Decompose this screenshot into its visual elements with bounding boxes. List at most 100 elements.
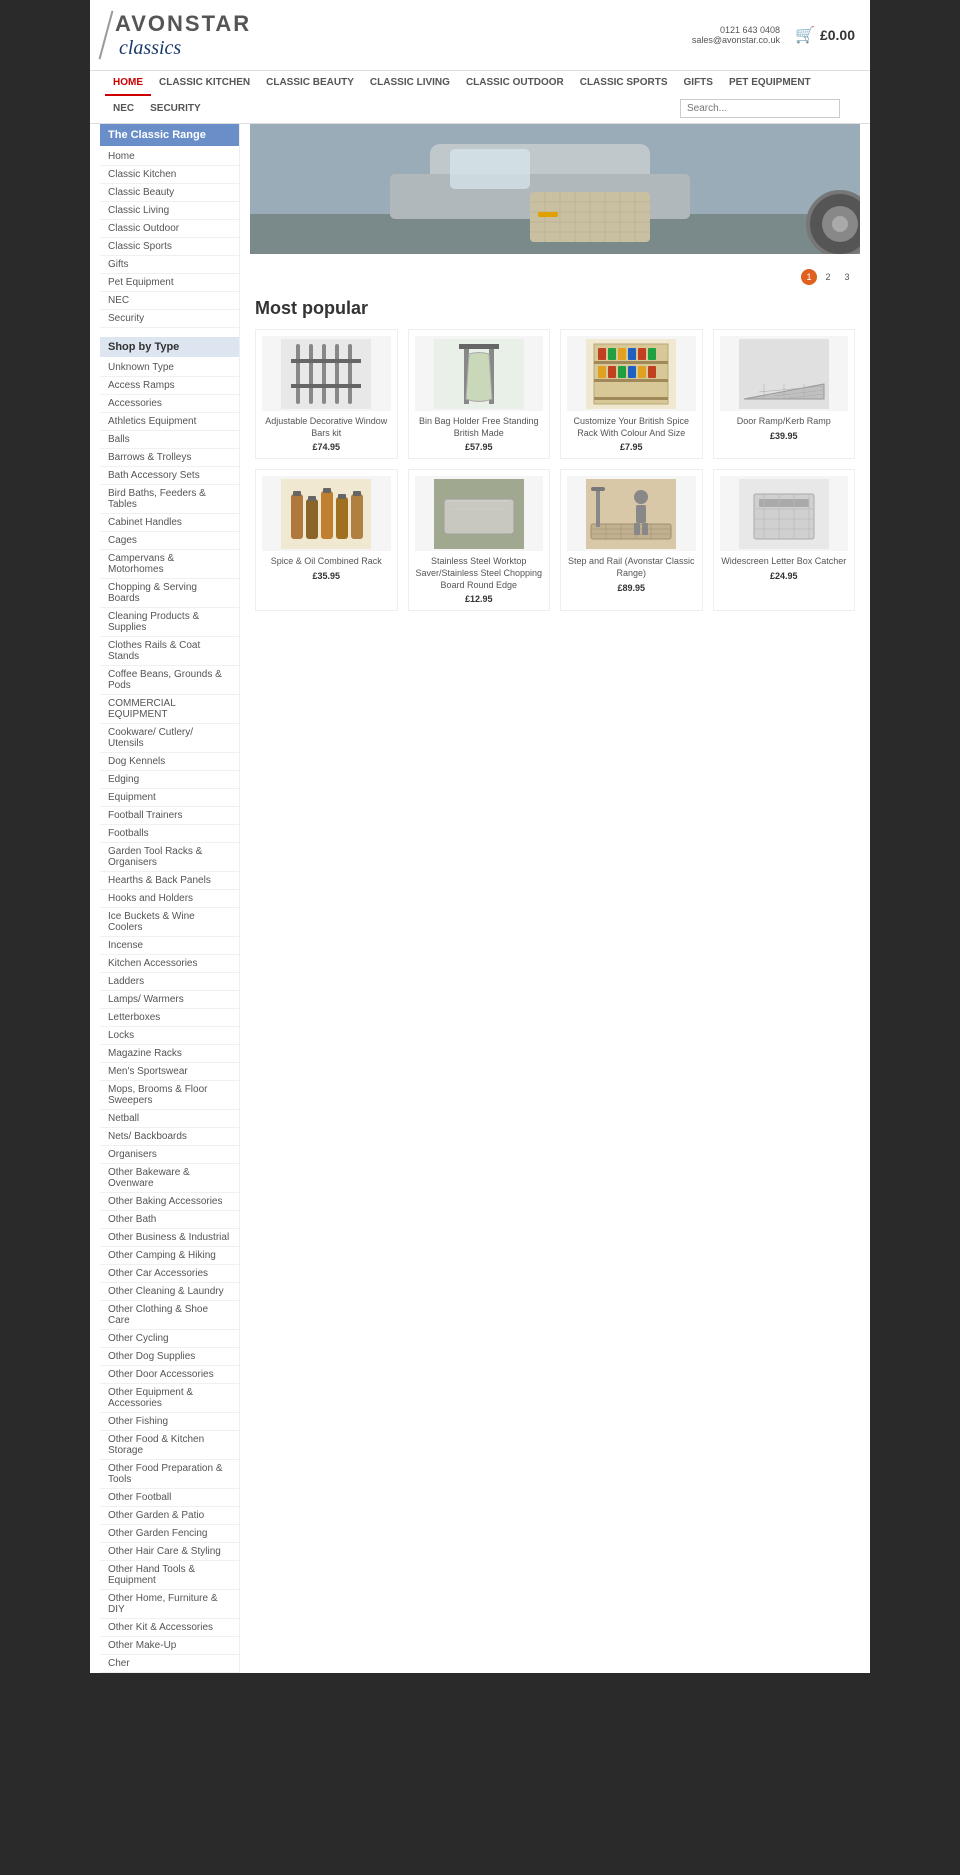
sidebar-letterboxes[interactable]: Letterboxes — [100, 1009, 239, 1027]
sidebar-cher[interactable]: Cher — [100, 1655, 239, 1673]
phone-number: 0121 643 0408 — [692, 25, 780, 35]
nav-gifts[interactable]: GIFTS — [676, 71, 721, 96]
sidebar-bird-baths[interactable]: Bird Baths, Feeders & Tables — [100, 485, 239, 514]
sidebar-business[interactable]: Other Business & Industrial — [100, 1229, 239, 1247]
sidebar-mens-sportswear[interactable]: Men's Sportswear — [100, 1063, 239, 1081]
nav-classic-kitchen[interactable]: CLASSIC KITCHEN — [151, 71, 258, 96]
search-input[interactable] — [680, 99, 840, 118]
product-letter-box[interactable]: Widescreen Letter Box Catcher £24.95 — [713, 469, 856, 611]
sidebar-mops[interactable]: Mops, Brooms & Floor Sweepers — [100, 1081, 239, 1110]
nav-nec[interactable]: NEC — [105, 99, 142, 118]
sidebar-cleaning[interactable]: Cleaning Products & Supplies — [100, 608, 239, 637]
sidebar-cycling[interactable]: Other Cycling — [100, 1330, 239, 1348]
sidebar-makeup[interactable]: Other Make-Up — [100, 1637, 239, 1655]
sidebar-coffee[interactable]: Coffee Beans, Grounds & Pods — [100, 666, 239, 695]
sidebar-fishing[interactable]: Other Fishing — [100, 1413, 239, 1431]
sidebar-garden-racks[interactable]: Garden Tool Racks & Organisers — [100, 843, 239, 872]
sidebar-food-prep[interactable]: Other Food Preparation & Tools — [100, 1460, 239, 1489]
sidebar-unknown-type[interactable]: Unknown Type — [100, 359, 239, 377]
sidebar-cabinet-handles[interactable]: Cabinet Handles — [100, 514, 239, 532]
sidebar-cleaning-laundry[interactable]: Other Cleaning & Laundry — [100, 1283, 239, 1301]
sidebar-bath-sets[interactable]: Bath Accessory Sets — [100, 467, 239, 485]
sidebar-clothes-rails[interactable]: Clothes Rails & Coat Stands — [100, 637, 239, 666]
sidebar-hearths[interactable]: Hearths & Back Panels — [100, 872, 239, 890]
product-window-bars[interactable]: Adjustable Decorative Window Bars kit £7… — [255, 329, 398, 459]
logo[interactable]: AVONSTAR classics — [115, 11, 251, 60]
sidebar-commercial[interactable]: COMMERCIAL EQUIPMENT — [100, 695, 239, 724]
nav-security[interactable]: SECURITY — [142, 99, 209, 118]
sidebar-classic-living[interactable]: Classic Living — [100, 202, 239, 220]
product-spice-oil[interactable]: Spice & Oil Combined Rack £35.95 — [255, 469, 398, 611]
sidebar-campervans[interactable]: Campervans & Motorhomes — [100, 550, 239, 579]
sidebar-hooks[interactable]: Hooks and Holders — [100, 890, 239, 908]
sidebar-security[interactable]: Security — [100, 310, 239, 328]
sidebar-bakeware[interactable]: Other Bakeware & Ovenware — [100, 1164, 239, 1193]
sidebar-dog-kennels[interactable]: Dog Kennels — [100, 753, 239, 771]
page-1[interactable]: 1 — [801, 269, 817, 285]
sidebar-classic-kitchen[interactable]: Classic Kitchen — [100, 166, 239, 184]
sidebar-accessories[interactable]: Accessories — [100, 395, 239, 413]
sidebar-camping[interactable]: Other Camping & Hiking — [100, 1247, 239, 1265]
sidebar-chopping[interactable]: Chopping & Serving Boards — [100, 579, 239, 608]
nav-classic-sports[interactable]: CLASSIC SPORTS — [572, 71, 676, 96]
sidebar-classic-beauty[interactable]: Classic Beauty — [100, 184, 239, 202]
sidebar-classic-outdoor[interactable]: Classic Outdoor — [100, 220, 239, 238]
sidebar-car[interactable]: Other Car Accessories — [100, 1265, 239, 1283]
sidebar-cookware[interactable]: Cookware/ Cutlery/ Utensils — [100, 724, 239, 753]
product-bin-holder[interactable]: Bin Bag Holder Free Standing British Mad… — [408, 329, 551, 459]
sidebar-cages[interactable]: Cages — [100, 532, 239, 550]
sidebar-incense[interactable]: Incense — [100, 937, 239, 955]
sidebar-magazine-racks[interactable]: Magazine Racks — [100, 1045, 239, 1063]
sidebar-food-kitchen[interactable]: Other Food & Kitchen Storage — [100, 1431, 239, 1460]
product-step-rail[interactable]: Step and Rail (Avonstar Classic Range) £… — [560, 469, 703, 611]
sidebar-equipment-accessories[interactable]: Other Equipment & Accessories — [100, 1384, 239, 1413]
sidebar-other-bath[interactable]: Other Bath — [100, 1211, 239, 1229]
sidebar-hand-tools[interactable]: Other Hand Tools & Equipment — [100, 1561, 239, 1590]
sidebar-athletics[interactable]: Athletics Equipment — [100, 413, 239, 431]
sidebar-balls[interactable]: Balls — [100, 431, 239, 449]
nav-pet-equipment[interactable]: PET EQUIPMENT — [721, 71, 819, 96]
email-link[interactable]: sales@avonstar.co.uk — [692, 35, 780, 45]
sidebar-pet-equipment[interactable]: Pet Equipment — [100, 274, 239, 292]
sidebar-clothing[interactable]: Other Clothing & Shoe Care — [100, 1301, 239, 1330]
sidebar-barrows[interactable]: Barrows & Trolleys — [100, 449, 239, 467]
cart-area[interactable]: 🛒 £0.00 — [795, 25, 855, 45]
sidebar-home[interactable]: Home — [100, 148, 239, 166]
sidebar-classic-sports[interactable]: Classic Sports — [100, 238, 239, 256]
product-img-step-rail — [567, 476, 696, 551]
sidebar-locks[interactable]: Locks — [100, 1027, 239, 1045]
nav-classic-outdoor[interactable]: CLASSIC OUTDOOR — [458, 71, 572, 96]
product-spice-rack[interactable]: Customize Your British Spice Rack With C… — [560, 329, 703, 459]
product-door-ramp[interactable]: Door Ramp/Kerb Ramp £39.95 — [713, 329, 856, 459]
nav-classic-living[interactable]: CLASSIC LIVING — [362, 71, 458, 96]
sidebar-hair-care[interactable]: Other Hair Care & Styling — [100, 1543, 239, 1561]
sidebar-organisers[interactable]: Organisers — [100, 1146, 239, 1164]
sidebar-nec[interactable]: NEC — [100, 292, 239, 310]
sidebar-kit-accessories[interactable]: Other Kit & Accessories — [100, 1619, 239, 1637]
sidebar-gifts[interactable]: Gifts — [100, 256, 239, 274]
sidebar-equipment[interactable]: Equipment — [100, 789, 239, 807]
sidebar-ladders[interactable]: Ladders — [100, 973, 239, 991]
sidebar-garden-patio[interactable]: Other Garden & Patio — [100, 1507, 239, 1525]
sidebar-kitchen-accessories[interactable]: Kitchen Accessories — [100, 955, 239, 973]
sidebar-garden-fencing[interactable]: Other Garden Fencing — [100, 1525, 239, 1543]
sidebar-netball[interactable]: Netball — [100, 1110, 239, 1128]
logo-area: AVONSTAR classics — [105, 10, 251, 60]
sidebar-home-furniture[interactable]: Other Home, Furniture & DIY — [100, 1590, 239, 1619]
sidebar-edging[interactable]: Edging — [100, 771, 239, 789]
sidebar-nets[interactable]: Nets/ Backboards — [100, 1128, 239, 1146]
sidebar-ice-buckets[interactable]: Ice Buckets & Wine Coolers — [100, 908, 239, 937]
sidebar-football-trainers[interactable]: Football Trainers — [100, 807, 239, 825]
sidebar-access-ramps[interactable]: Access Ramps — [100, 377, 239, 395]
sidebar-dog-supplies[interactable]: Other Dog Supplies — [100, 1348, 239, 1366]
sidebar-footballs[interactable]: Footballs — [100, 825, 239, 843]
page-2[interactable]: 2 — [820, 269, 836, 285]
sidebar-door-accessories[interactable]: Other Door Accessories — [100, 1366, 239, 1384]
nav-home[interactable]: HOME — [105, 71, 151, 96]
nav-classic-beauty[interactable]: CLASSIC BEAUTY — [258, 71, 362, 96]
page-3[interactable]: 3 — [839, 269, 855, 285]
product-worktop[interactable]: Stainless Steel Worktop Saver/Stainless … — [408, 469, 551, 611]
sidebar-baking[interactable]: Other Baking Accessories — [100, 1193, 239, 1211]
sidebar-other-football[interactable]: Other Football — [100, 1489, 239, 1507]
sidebar-lamps[interactable]: Lamps/ Warmers — [100, 991, 239, 1009]
